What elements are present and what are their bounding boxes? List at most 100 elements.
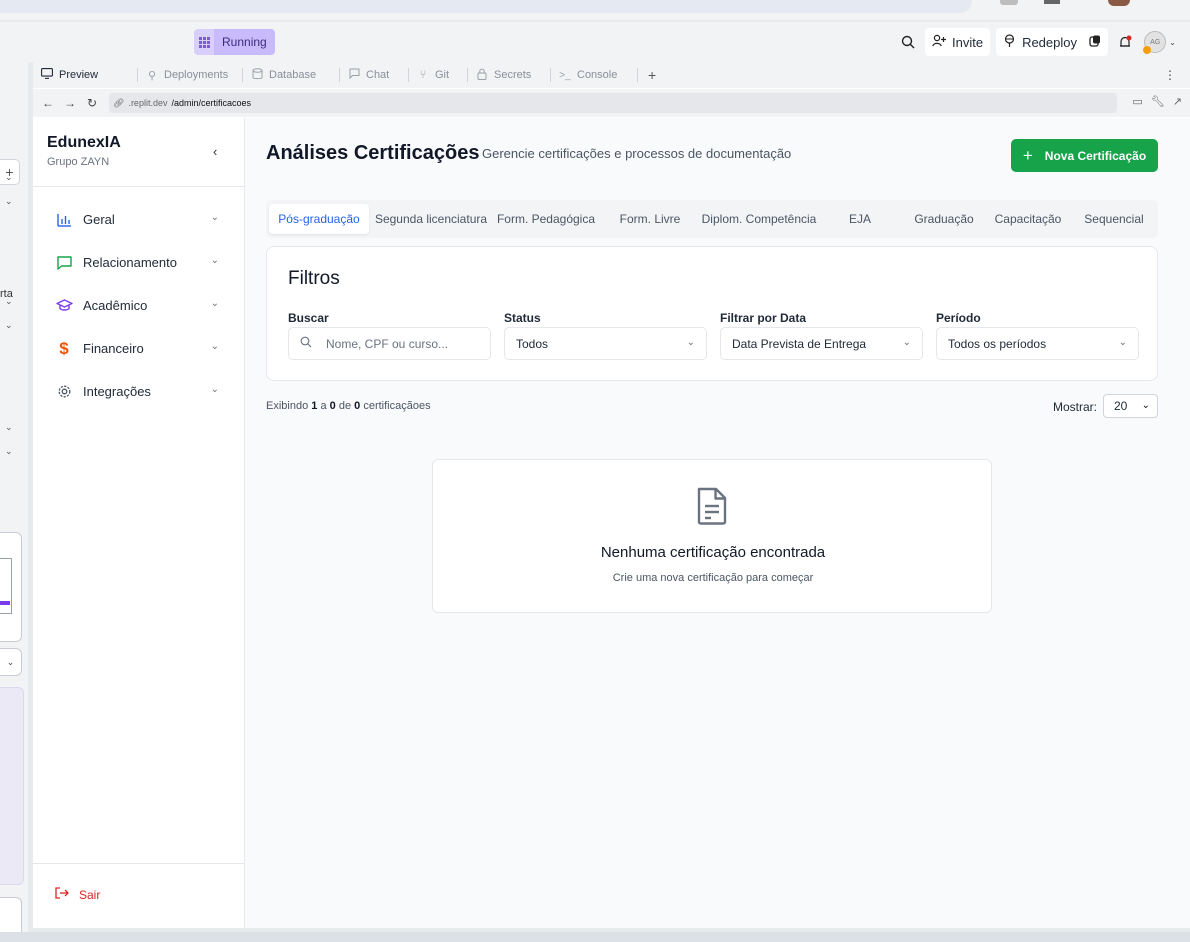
new-certification-label: Nova Certificação	[1044, 148, 1147, 163]
preview-thumbnail[interactable]	[0, 532, 22, 642]
link-icon: 🔗︎	[113, 97, 125, 108]
running-label: Running	[214, 29, 275, 55]
tab-database[interactable]: Database	[243, 62, 339, 88]
divider	[33, 186, 245, 187]
brand: EdunexIA Grupo ZAYN	[47, 134, 121, 168]
redeploy-button[interactable]: Redeploy	[996, 28, 1108, 56]
sidebar-item-label: Geral	[83, 212, 115, 227]
devices-icon[interactable]: ▭	[1132, 95, 1142, 108]
brand-subtitle: Grupo ZAYN	[47, 156, 110, 168]
filters-title: Filtros	[288, 268, 340, 289]
tab-label: Git	[435, 69, 450, 81]
page-title: Análises Certificações	[266, 142, 480, 164]
search-input[interactable]: Nome, CPF ou curso...	[288, 327, 491, 360]
chat-icon	[348, 68, 360, 82]
tab-deployments[interactable]: ⚲ Deployments	[138, 62, 242, 88]
tab-git[interactable]: ⑂ Git	[409, 62, 467, 88]
agent-panel-remnant: + ⌄ ⌄ rta ⌄ ⌄ ⌄ ⌄ ⌄ ➤	[0, 62, 28, 942]
chevron-down-icon[interactable]: ⌄	[5, 320, 13, 331]
date-filter-select[interactable]: Data Prevista de Entrega ⌄	[720, 327, 923, 360]
period-label: Período	[936, 311, 981, 325]
page-subtitle: Gerencie certificações e processos de do…	[482, 146, 792, 161]
more-options-icon[interactable]: ⋮	[1164, 68, 1176, 82]
browser-icon-remnant	[1044, 0, 1060, 4]
notification-bell-icon[interactable]	[1114, 31, 1136, 53]
external-link-icon[interactable]: ↗	[1173, 95, 1182, 108]
tab-label: Deployments	[164, 69, 229, 81]
chevron-down-icon: ⌄	[210, 341, 219, 352]
search-icon[interactable]	[897, 31, 919, 53]
new-certification-button[interactable]: + Nova Certificação	[1011, 139, 1158, 172]
deploy-status-icon	[1089, 35, 1101, 50]
tab-form-pedagogica[interactable]: Form. Pedagógica	[492, 204, 600, 234]
chevron-down-icon[interactable]: ⌄	[5, 172, 13, 183]
tab-form-livre[interactable]: Form. Livre	[610, 204, 690, 234]
chevron-down-icon[interactable]: ⌄	[5, 296, 13, 307]
empty-state-card: Nenhuma certificação encontrada Crie uma…	[432, 459, 992, 613]
tab-sequencial[interactable]: Sequencial	[1076, 204, 1152, 234]
page-size-select[interactable]: 20 ⌄	[1103, 394, 1158, 418]
period-value: Todos os períodos	[948, 336, 1047, 351]
git-icon: ⑂	[419, 69, 427, 81]
wrench-icon[interactable]: 🔧︎	[1151, 95, 1165, 108]
date-filter-value: Data Prevista de Entrega	[732, 336, 867, 351]
period-select[interactable]: Todos os períodos ⌄	[936, 327, 1139, 360]
running-status-badge[interactable]: Running	[194, 29, 275, 55]
tab-segunda-licenciatura[interactable]: Segunda licenciatura	[372, 204, 490, 234]
tab-preview[interactable]: Preview	[33, 62, 137, 88]
sidebar-item-label: Integrações	[83, 384, 151, 399]
main-content: Análises Certificações Gerencie certific…	[245, 118, 1190, 928]
date-filter-label: Filtrar por Data	[720, 311, 807, 325]
invite-button[interactable]: Invite	[924, 28, 991, 56]
forward-arrow-icon[interactable]: →	[59, 96, 81, 110]
taskbar-remnant	[0, 932, 1190, 942]
url-input[interactable]: 🔗︎ .replit.dev/admin/certificacoes	[109, 93, 1117, 113]
reload-icon[interactable]: ↻	[81, 96, 103, 110]
tab-capacitacao[interactable]: Capacitação	[988, 204, 1068, 234]
back-arrow-icon[interactable]: ←	[37, 96, 59, 110]
tab-chat[interactable]: Chat	[340, 62, 408, 88]
url-path: /admin/certificacoes	[171, 98, 252, 108]
status-value: Todos	[516, 336, 549, 351]
chevron-down-icon: ⌄	[210, 255, 219, 266]
chevron-down-icon[interactable]: ⌄	[5, 446, 13, 457]
sidebar-item-relacionamento[interactable]: Relacionamento ⌄	[33, 241, 245, 284]
user-avatar-menu[interactable]: AG ⌄	[1142, 31, 1178, 54]
message-icon	[55, 254, 73, 272]
avatar: AG	[1143, 31, 1167, 54]
app-sidebar: EdunexIA Grupo ZAYN ‹ Geral ⌄ Relacionam…	[33, 118, 245, 928]
status-label: Status	[504, 311, 541, 325]
workspace-topbar: Running Invite Redeploy AG ⌄	[0, 22, 1190, 62]
logout-button[interactable]: Sair	[55, 887, 100, 902]
tab-eja[interactable]: EJA	[830, 204, 890, 234]
search-label: Buscar	[288, 311, 329, 325]
tab-console[interactable]: >_ Console	[551, 62, 637, 88]
redeploy-label: Redeploy	[1022, 34, 1077, 50]
sidebar-item-geral[interactable]: Geral ⌄	[33, 198, 245, 241]
chevron-down-icon[interactable]: ⌄	[5, 196, 13, 207]
collapse-sidebar-icon[interactable]: ‹	[213, 144, 217, 159]
results-count: Exibindo 1 a 0 de 0 certificaçãoes	[266, 400, 431, 412]
sidebar-item-label: Relacionamento	[83, 255, 177, 270]
tab-graduacao[interactable]: Graduação	[902, 204, 986, 234]
browser-profile-remnant	[1108, 0, 1130, 6]
tab-secrets[interactable]: Secrets	[468, 62, 550, 88]
empty-state-title: Nenhuma certificação encontrada	[600, 544, 826, 561]
chevron-down-icon: ⌄	[1118, 337, 1127, 348]
terminal-icon: >_	[559, 69, 571, 81]
sidebar-item-financeiro[interactable]: $ Financeiro ⌄	[33, 327, 245, 370]
chevron-down-icon[interactable]: ⌄	[0, 648, 22, 676]
gear-icon	[55, 383, 73, 401]
tab-pos-graduacao[interactable]: Pós-graduação	[269, 204, 369, 234]
add-tab-icon[interactable]: +	[638, 67, 666, 83]
browser-address-remnant	[0, 0, 972, 13]
search-icon	[300, 336, 312, 351]
sidebar-item-integracoes[interactable]: Integrações ⌄	[33, 370, 245, 413]
chevron-down-icon[interactable]: ⌄	[5, 422, 13, 433]
browser-icon-remnant	[1000, 0, 1018, 5]
sidebar-item-academico[interactable]: Acadêmico ⌄	[33, 284, 245, 327]
deploy-icon: ⚲	[147, 69, 157, 82]
tab-diplom-competencia[interactable]: Diplom. Competência	[694, 204, 824, 234]
status-select[interactable]: Todos ⌄	[504, 327, 707, 360]
browser-chrome-remnant	[0, 0, 1190, 20]
